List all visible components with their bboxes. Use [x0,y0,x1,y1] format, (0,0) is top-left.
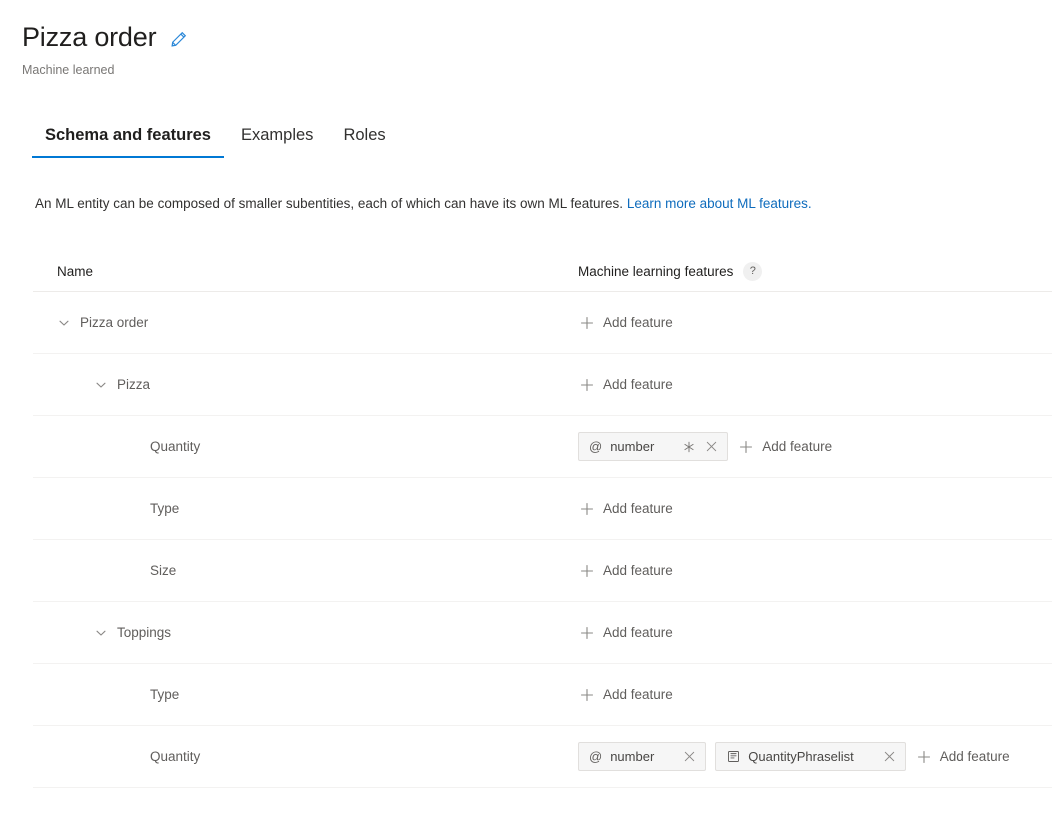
add-feature-label: Add feature [603,377,673,392]
entity-name-label: Size [150,563,177,578]
add-feature-label: Add feature [603,625,673,640]
column-header-features-label: Machine learning features [578,263,734,279]
close-icon[interactable] [682,751,697,762]
row-features-cell: @ number Add feature [578,432,1052,461]
table-row: Quantity @ number Add feature [33,416,1052,478]
page-title: Pizza order [22,22,157,52]
asterisk-icon[interactable] [682,441,696,453]
column-header-features: Machine learning features ? [578,261,763,281]
row-name-cell: Type [33,687,578,702]
chevron-down-icon[interactable] [94,626,108,640]
add-feature-label: Add feature [762,439,833,454]
add-feature-button[interactable]: Add feature [578,311,675,334]
row-name-cell: Quantity [33,439,578,454]
row-features-cell: Add feature [578,559,1052,582]
entity-name-label: Quantity [150,749,201,764]
close-icon[interactable] [704,441,719,452]
description-text: An ML entity can be composed of smaller … [0,194,1052,213]
add-feature-button[interactable]: Add feature [915,745,1012,768]
row-features-cell: Add feature [578,311,1052,334]
feature-chip-label: number [610,749,655,764]
description-body: An ML entity can be composed of smaller … [35,196,627,211]
feature-chip-label: number [610,439,655,454]
row-features-cell: Add feature [578,621,1052,644]
at-sign-icon: @ [589,749,603,764]
add-feature-button[interactable]: Add feature [578,621,675,644]
feature-chip-label: QuantityPhraselist [748,749,854,764]
add-feature-label: Add feature [939,749,1010,764]
tab-examples[interactable]: Examples [226,124,328,158]
plus-icon [739,440,753,454]
entity-name-label: Type [150,687,180,702]
row-features-cell: Add feature [578,373,1052,396]
row-name-cell: Pizza order [33,315,578,330]
table-header-row: Name Machine learning features ? [33,251,1052,292]
at-sign-icon: @ [589,439,603,454]
add-feature-button[interactable]: Add feature [578,373,675,396]
pencil-icon[interactable] [168,29,188,49]
close-icon[interactable] [882,751,897,762]
plus-icon [580,626,594,640]
row-features-cell: Add feature [578,683,1052,706]
plus-icon [917,750,931,764]
table-body: Pizza order Add feature Pizza Add feature Qu… [33,292,1052,788]
row-name-cell: Toppings [33,625,578,640]
plus-icon [580,688,594,702]
title-row: Pizza order [22,20,1052,54]
tab-bar: Schema and features Examples Roles [0,120,1052,158]
feature-chip[interactable]: @ number [578,432,729,461]
table-row: Type Add feature [33,664,1052,726]
entity-name-label: Toppings [117,625,172,640]
plus-icon [580,502,594,516]
entity-name-label: Pizza order [80,315,149,330]
page-subtitle: Machine learned [22,63,115,77]
table-row: Size Add feature [33,540,1052,602]
add-feature-label: Add feature [603,501,673,516]
row-features-cell: Add feature [578,497,1052,520]
table-row: Type Add feature [33,478,1052,540]
schema-table: Name Machine learning features ? Pizza o… [33,251,1052,788]
entity-name-label: Pizza [117,377,151,392]
page-header: Pizza order Machine learned [0,0,1052,78]
row-name-cell: Size [33,563,578,578]
entity-name-label: Quantity [150,439,201,454]
plus-icon [580,564,594,578]
chevron-down-icon[interactable] [94,378,108,392]
tab-roles[interactable]: Roles [328,124,400,158]
plus-icon [580,316,594,330]
add-feature-button[interactable]: Add feature [578,497,675,520]
add-feature-label: Add feature [603,563,673,578]
table-row: Pizza Add feature [33,354,1052,416]
question-mark-icon[interactable]: ? [743,261,763,281]
table-row: Pizza order Add feature [33,292,1052,354]
add-feature-button[interactable]: Add feature [578,559,675,582]
row-name-cell: Pizza [33,377,578,392]
row-name-cell: Type [33,501,578,516]
row-name-cell: Quantity [33,749,578,764]
plus-icon [580,378,594,392]
feature-chip[interactable]: @ number [578,742,707,771]
entity-name-label: Type [150,501,180,516]
add-feature-label: Add feature [603,315,673,330]
tab-schema-and-features[interactable]: Schema and features [30,124,226,158]
add-feature-button[interactable]: Add feature [578,683,675,706]
add-feature-button[interactable]: Add feature [737,435,834,458]
learn-more-link[interactable]: Learn more about ML features. [627,196,812,211]
chevron-down-icon[interactable] [57,316,71,330]
column-header-name: Name [57,263,94,279]
row-features-cell: @ number QuantityPhraselist Add feature [578,742,1052,771]
feature-chip[interactable]: QuantityPhraselist [715,742,906,771]
table-row: Toppings Add feature [33,602,1052,664]
add-feature-label: Add feature [603,687,673,702]
phraselist-icon [726,750,740,764]
table-row: Quantity @ number QuantityPhraselist Add fea… [33,726,1052,788]
